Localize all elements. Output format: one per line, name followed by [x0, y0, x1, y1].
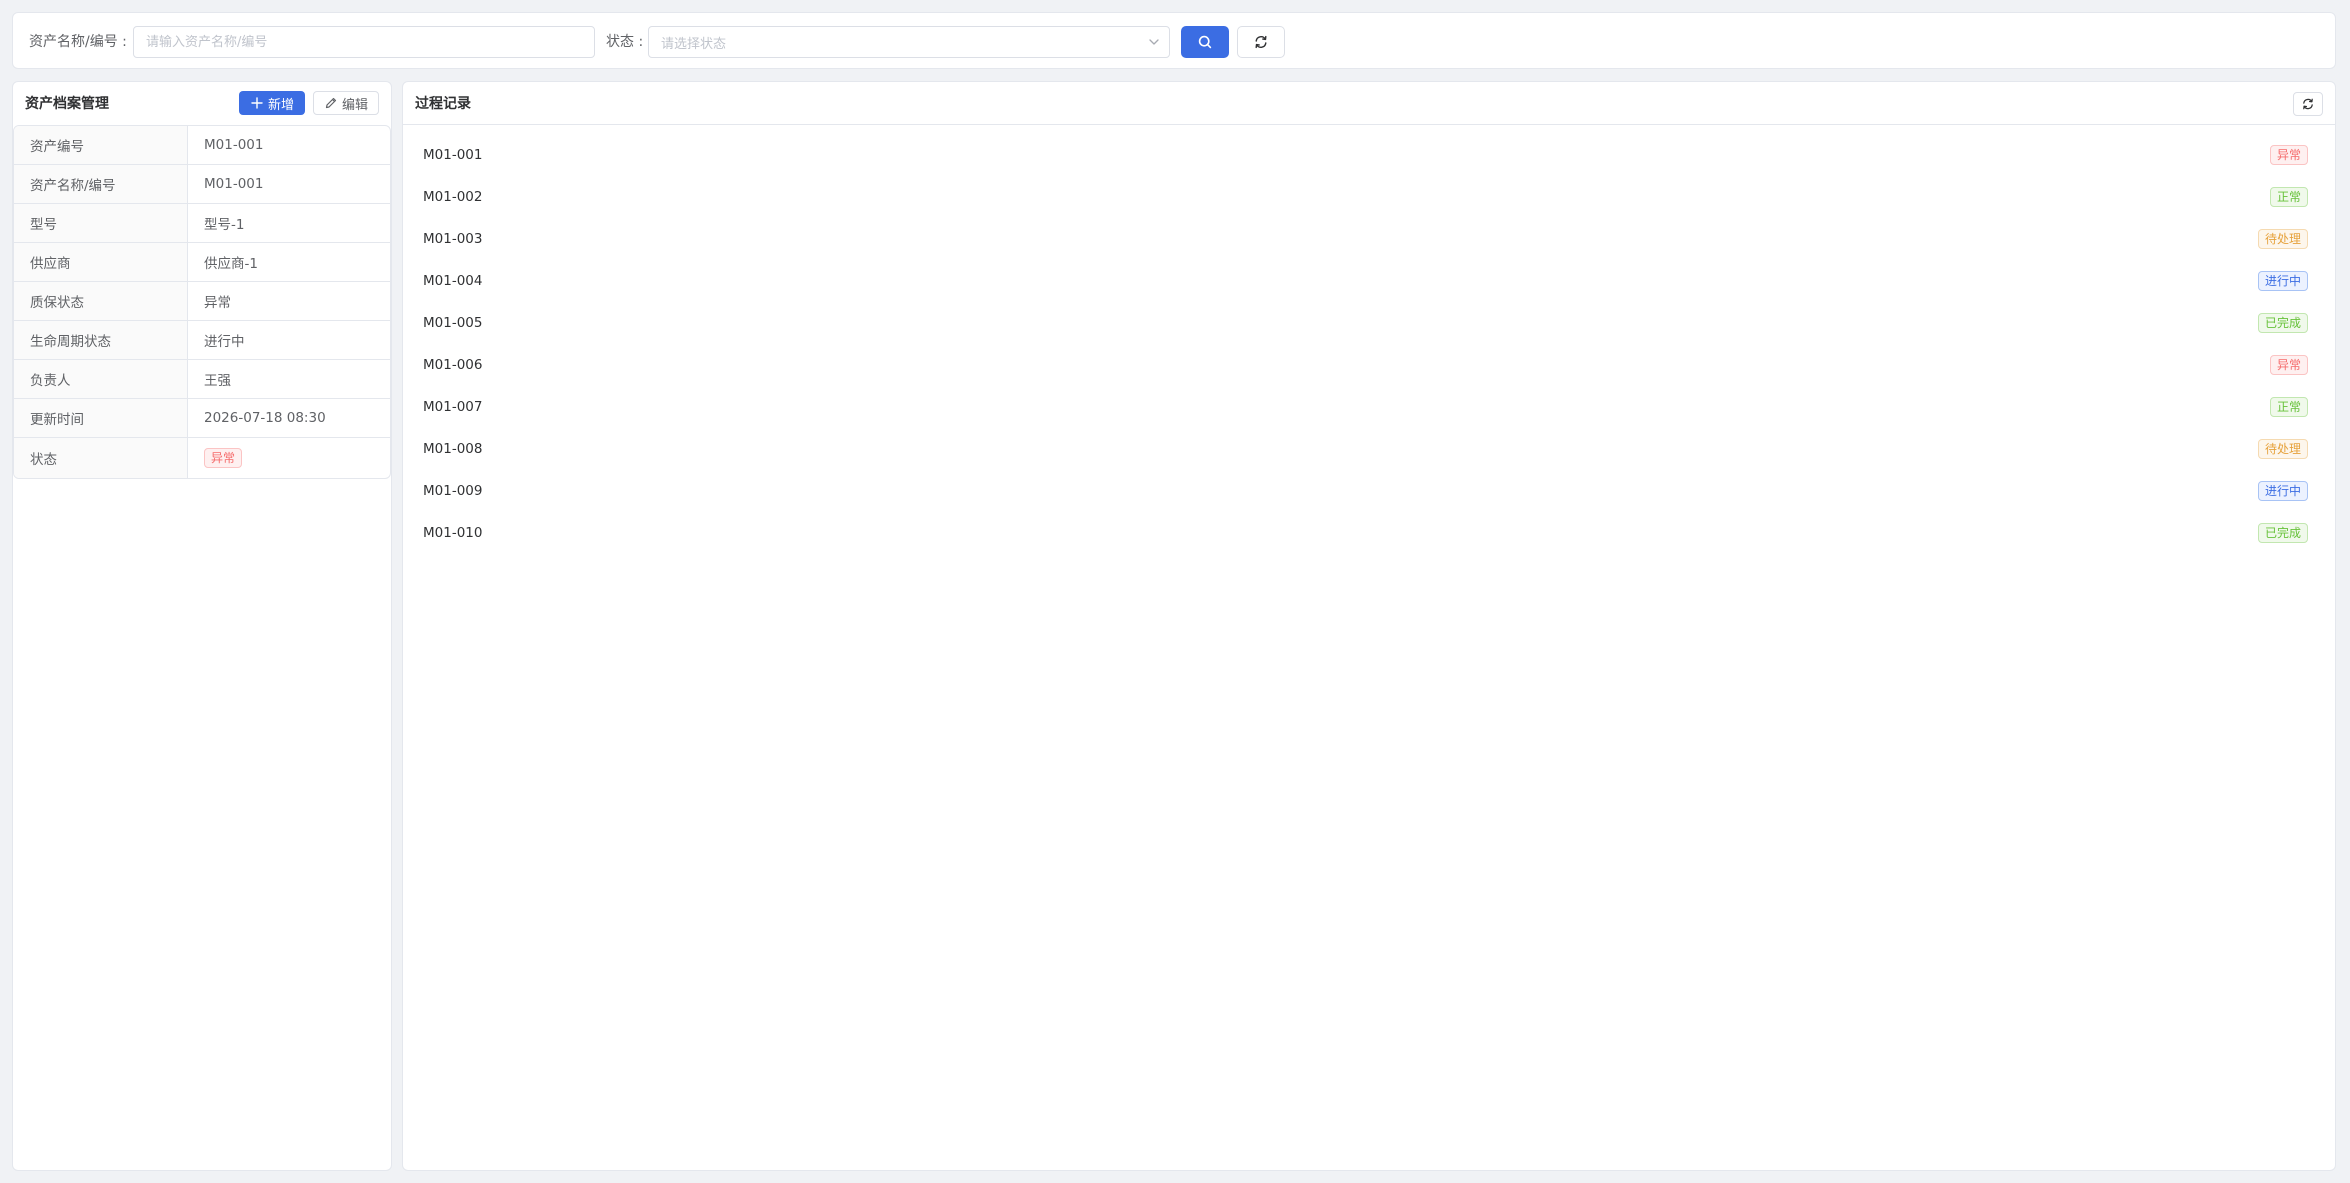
detail-key: 生命周期状态: [14, 321, 188, 359]
detail-value: 2026-07-18 08:30: [204, 410, 326, 426]
record-id: M01-006: [423, 357, 483, 373]
list-item[interactable]: M01-009 进行中: [403, 470, 2335, 512]
process-record-header: 过程记录: [403, 82, 2335, 125]
detail-row: 状态 异常: [14, 438, 390, 478]
detail-key: 更新时间: [14, 399, 188, 437]
status-badge: 异常: [204, 448, 243, 468]
status-badge: 进行中: [2257, 481, 2308, 501]
detail-key: 负责人: [14, 360, 188, 398]
record-id: M01-010: [423, 525, 483, 541]
list-item[interactable]: M01-003 待处理: [403, 218, 2335, 260]
detail-row: 质保状态 异常: [14, 282, 390, 321]
chevron-down-icon: [1147, 35, 1161, 49]
detail-value: 异常: [188, 438, 390, 478]
detail-value: M01-001: [204, 137, 264, 153]
detail-key: 供应商: [14, 243, 188, 281]
detail-value: 供应商-1: [204, 256, 258, 272]
detail-key: 资产名称/编号: [14, 165, 188, 203]
list-item[interactable]: M01-004 进行中: [403, 260, 2335, 302]
detail-value: M01-001: [204, 176, 264, 192]
list-item[interactable]: M01-007 正常: [403, 386, 2335, 428]
edit-button[interactable]: 编辑: [313, 91, 379, 115]
detail-key: 型号: [14, 204, 188, 242]
list-item[interactable]: M01-008 待处理: [403, 428, 2335, 470]
record-id: M01-009: [423, 483, 483, 499]
detail-row: 负责人 王强: [14, 360, 390, 399]
detail-value: 王强: [204, 373, 231, 389]
status-badge: 正常: [2269, 397, 2308, 417]
search-button[interactable]: [1181, 26, 1229, 58]
process-record-title: 过程记录: [415, 96, 471, 112]
status-select[interactable]: 请选择状态: [648, 26, 1170, 58]
record-list: M01-001 异常 M01-002 正常 M01-003 待处理 M01-00…: [403, 134, 2335, 554]
asset-archive-title: 资产档案管理: [25, 96, 109, 112]
edit-button-label: 编辑: [341, 97, 368, 113]
add-button[interactable]: 新增: [239, 91, 305, 115]
asset-detail-table: 资产编号 M01-001 资产名称/编号 M01-001 型号 型号-1 供应商…: [13, 125, 391, 479]
detail-row: 资产编号 M01-001: [14, 126, 390, 165]
refresh-icon: [2301, 97, 2315, 111]
status-badge: 已完成: [2257, 313, 2308, 333]
detail-key: 状态: [14, 438, 188, 478]
search-bar: 资产名称/编号 : 状态 : 请选择状态: [12, 12, 2336, 69]
refresh-icon: [1253, 34, 1269, 50]
process-record-panel: 过程记录 M01-001 异常 M01-002 正常 M01-003 待处理 M…: [402, 81, 2336, 1171]
record-id: M01-005: [423, 315, 483, 331]
detail-row: 供应商 供应商-1: [14, 243, 390, 282]
list-item[interactable]: M01-001 异常: [403, 134, 2335, 176]
refresh-button[interactable]: [2293, 92, 2323, 116]
status-badge: 异常: [2269, 145, 2308, 165]
record-id: M01-007: [423, 399, 483, 415]
record-id: M01-002: [423, 189, 483, 205]
add-button-label: 新增: [267, 97, 294, 113]
detail-value: 异常: [204, 295, 231, 311]
status-badge: 待处理: [2257, 439, 2308, 459]
asset-name-input[interactable]: [133, 26, 595, 58]
status-select-placeholder: 请选择状态: [661, 36, 727, 52]
status-badge: 异常: [2269, 355, 2308, 375]
record-id: M01-004: [423, 273, 483, 289]
plus-icon: [250, 96, 264, 110]
detail-key: 资产编号: [14, 126, 188, 164]
status-badge: 进行中: [2257, 271, 2308, 291]
list-item[interactable]: M01-010 已完成: [403, 512, 2335, 554]
list-item[interactable]: M01-006 异常: [403, 344, 2335, 386]
detail-value: 型号-1: [204, 217, 245, 233]
list-item[interactable]: M01-002 正常: [403, 176, 2335, 218]
pencil-icon: [324, 96, 338, 110]
list-item[interactable]: M01-005 已完成: [403, 302, 2335, 344]
detail-key: 质保状态: [14, 282, 188, 320]
status-badge: 已完成: [2257, 523, 2308, 543]
record-id: M01-008: [423, 441, 483, 457]
detail-row: 更新时间 2026-07-18 08:30: [14, 399, 390, 438]
record-id: M01-001: [423, 147, 483, 163]
reset-button[interactable]: [1237, 26, 1285, 58]
asset-name-label: 资产名称/编号 :: [29, 34, 127, 50]
status-badge: 待处理: [2257, 229, 2308, 249]
detail-row: 生命周期状态 进行中: [14, 321, 390, 360]
detail-row: 资产名称/编号 M01-001: [14, 165, 390, 204]
detail-row: 型号 型号-1: [14, 204, 390, 243]
detail-value: 进行中: [204, 334, 245, 350]
status-badge: 正常: [2269, 187, 2308, 207]
search-icon: [1197, 34, 1213, 50]
status-label: 状态 :: [606, 34, 644, 50]
record-id: M01-003: [423, 231, 483, 247]
asset-archive-panel: 资产档案管理 新增 编辑 资产编号 M01-001 资产名称/编号 M01-00…: [12, 81, 392, 1171]
